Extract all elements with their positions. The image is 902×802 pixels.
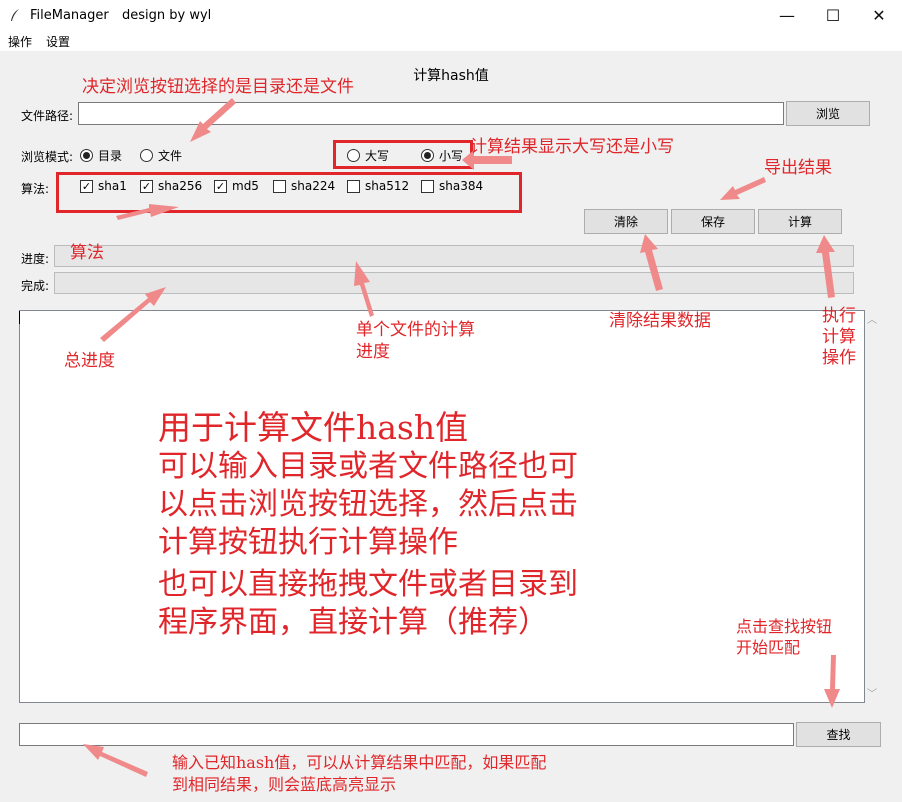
annotation-line: 输入已知hash值，可以从计算结果中匹配，如果匹配 <box>172 753 547 772</box>
arrow-export <box>720 177 766 200</box>
annotation-line: 执行 <box>822 306 856 326</box>
annotation-browse-mode: 决定浏览按钮选择的是目录还是文件 <box>82 77 354 97</box>
arrow-clear <box>640 234 663 291</box>
annotation-line: 单个文件的计算 <box>356 320 475 340</box>
annotation-total-progress: 总进度 <box>64 351 115 371</box>
arrow-search <box>824 655 840 708</box>
annotation-line: 操作 <box>822 348 856 368</box>
annotation-line: 也可以直接拖拽文件或者目录到 <box>158 567 578 602</box>
annotation-file-progress: 单个文件的计算 进度 <box>356 319 475 363</box>
arrow-file-progress <box>354 261 374 317</box>
annotation-line: 点击查找按钮 <box>736 617 833 636</box>
arrow-algo <box>116 204 179 220</box>
annotation-clear: 清除结果数据 <box>609 311 711 331</box>
annotation-line: 计算 <box>822 327 856 347</box>
annotation-line: 开始匹配 <box>736 638 801 657</box>
annotation-arrows <box>83 98 840 777</box>
annotation-line: 到相同结果，则会蓝底高亮显示 <box>172 775 397 794</box>
annotation-line: 以点击浏览按钮选择，然后点击 <box>158 487 578 522</box>
annotation-line: 计算按钮执行计算操作 <box>158 525 458 560</box>
arrow-total-progress <box>100 287 166 342</box>
annotation-export: 导出结果 <box>764 158 832 178</box>
annotation-case: 计算结果显示大写还是小写 <box>470 137 674 157</box>
arrow-match <box>83 744 148 777</box>
annotation-search: 点击查找按钮 开始匹配 <box>736 616 832 658</box>
arrow-browse-mode <box>190 98 236 142</box>
annotation-line: 可以输入目录或者文件路径也可 <box>158 449 578 484</box>
annotation-algorithm: 算法 <box>70 243 104 263</box>
annotation-line: 用于计算文件hash值 <box>158 408 469 447</box>
annotation-line: 程序界面，直接计算（推荐） <box>158 605 548 640</box>
annotation-line: 进度 <box>356 342 390 362</box>
annotation-main-description: 用于计算文件hash值 可以输入目录或者文件路径也可 以点击浏览按钮选择，然后点… <box>158 408 578 642</box>
annotation-match: 输入已知hash值，可以从计算结果中匹配，如果匹配 到相同结果，则会蓝底高亮显示 <box>172 752 546 796</box>
arrow-compute <box>816 235 835 298</box>
annotation-compute: 执行 计算 操作 <box>822 306 856 369</box>
